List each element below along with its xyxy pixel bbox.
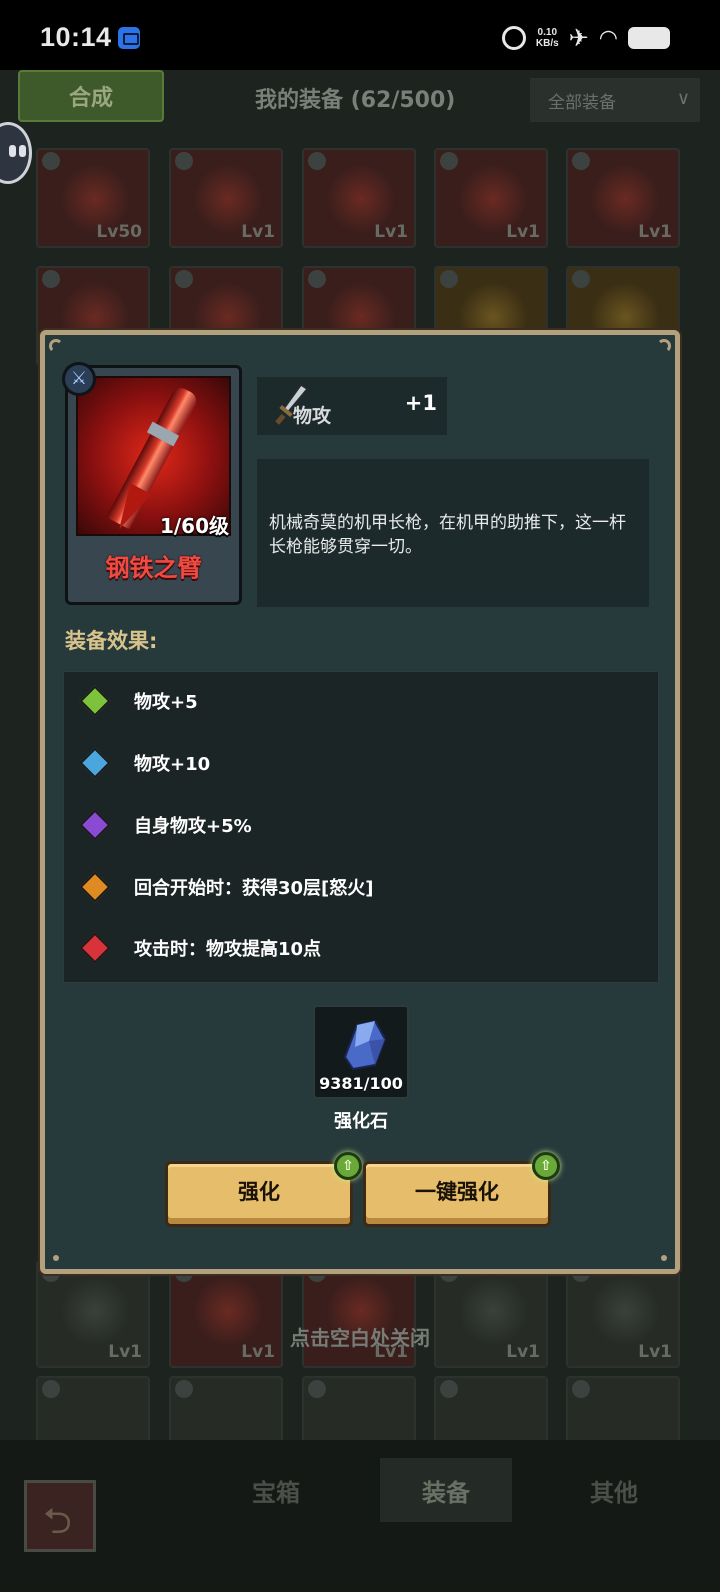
- status-icons: 0.10 KB/s ✈ ◠: [501, 24, 670, 52]
- item-level: 1/60级: [159, 514, 229, 538]
- enhance-stone-slot[interactable]: 9381/100: [313, 1005, 409, 1099]
- green-gem-icon: [79, 685, 111, 717]
- effect-text: 回合开始时：获得30层[怒火]: [134, 878, 374, 899]
- stat-value: +1: [404, 391, 437, 415]
- speed-unit: KB/s: [535, 38, 559, 49]
- effects-list: 物攻+5 物攻+10 自身物攻+5% 回合开始时：获得30层[怒火] 攻击时：物…: [63, 671, 659, 983]
- status-bar: 10:14 0.10 KB/s ✈ ◠: [0, 0, 720, 70]
- effect-item: 自身物攻+5%: [79, 805, 252, 845]
- crystal-icon: [343, 1019, 387, 1071]
- purple-gem-icon: [79, 809, 111, 841]
- base-stat: 物攻 +1: [257, 377, 447, 435]
- upgrade-arrow-icon: ⇧: [532, 1152, 560, 1180]
- effect-item: 物攻+5: [79, 681, 198, 721]
- effect-text: 物攻+5: [134, 692, 198, 713]
- effect-item: 回合开始时：获得30层[怒火]: [79, 867, 374, 907]
- status-time: 10:14: [40, 22, 112, 52]
- corner-ornament: [657, 339, 671, 353]
- airplane-icon: ✈: [568, 24, 589, 52]
- wifi-icon: ◠: [598, 25, 618, 51]
- effect-item: 攻击时：物攻提高10点: [79, 928, 322, 968]
- corner-dot: [661, 1255, 667, 1261]
- equipment-detail-dialog: ⚔ 1/60级 钢铁之臂 物攻 +1 机械奇莫的机甲长枪，在机甲的助推下，这一杆…: [40, 330, 680, 1274]
- chat-icon: [118, 27, 140, 49]
- corner-ornament: [49, 339, 63, 353]
- enhance-all-label: 一键强化: [415, 1180, 499, 1204]
- upgrade-arrow-icon: ⇧: [334, 1152, 362, 1180]
- effect-text: 自身物攻+5%: [134, 816, 252, 837]
- item-card: ⚔ 1/60级 钢铁之臂: [62, 362, 242, 605]
- effect-text: 物攻+10: [134, 754, 211, 775]
- stone-name: 强化石: [334, 1111, 388, 1132]
- corner-dot: [53, 1255, 59, 1261]
- blue-gem-icon: [79, 747, 111, 779]
- effect-text: 攻击时：物攻提高10点: [134, 939, 322, 960]
- item-description: 机械奇莫的机甲长枪，在机甲的助推下，这一杆长枪能够贯穿一切。: [257, 459, 649, 607]
- item-name: 钢铁之臂: [105, 554, 202, 582]
- stat-label: 物攻: [293, 405, 332, 427]
- battery-icon: [628, 27, 670, 49]
- enhance-button[interactable]: 强化 ⇧: [165, 1152, 362, 1227]
- orange-gem-icon: [79, 871, 111, 903]
- effect-item: 物攻+10: [79, 743, 211, 783]
- sword-type-badge-icon: ⚔: [62, 362, 96, 396]
- red-gem-icon: [79, 932, 111, 964]
- effects-title: 装备效果:: [65, 629, 158, 653]
- alarm-icon: [501, 26, 526, 50]
- stone-count: 9381/100: [319, 1074, 403, 1093]
- network-speed: 0.10 KB/s: [536, 27, 559, 49]
- spear-tip: [108, 483, 152, 534]
- speed-value: 0.10: [537, 27, 558, 38]
- enhance-label: 强化: [238, 1180, 280, 1204]
- enhance-all-button[interactable]: 一键强化 ⇧: [363, 1152, 560, 1227]
